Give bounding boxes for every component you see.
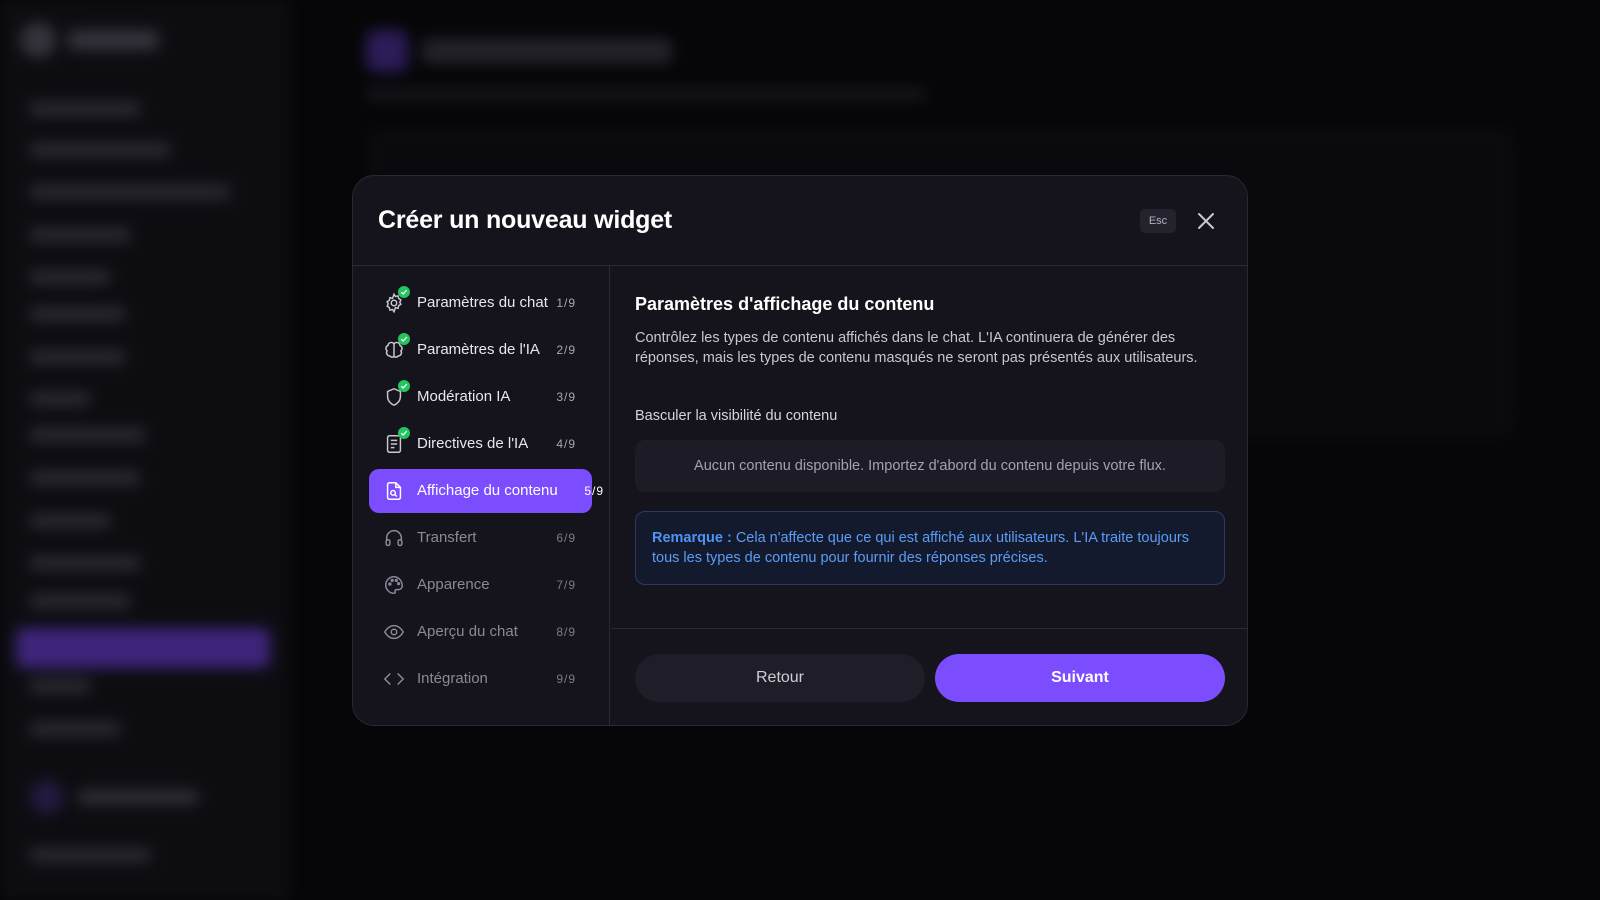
background-header-subtitle — [366, 88, 926, 100]
completed-check-icon — [398, 427, 410, 439]
step-label: Directives de l'IA — [417, 435, 529, 452]
step-label: Intégration — [417, 670, 488, 687]
headphones-icon — [383, 527, 405, 549]
background-header-title — [422, 38, 672, 64]
note-text: Cela n'affecte que ce qui est affiché au… — [652, 530, 1189, 566]
background-user — [30, 780, 198, 814]
code-icon — [383, 668, 405, 690]
modal-title: Créer un nouveau widget — [378, 206, 673, 234]
step-ai-moderation[interactable]: Modération IA 3/9 — [369, 375, 592, 419]
background-sidebar — [0, 0, 290, 900]
background-header-icon — [366, 30, 408, 72]
step-count: 8/9 — [556, 625, 576, 639]
step-integration[interactable]: Intégration 9/9 — [369, 657, 592, 701]
step-chat-preview[interactable]: Aperçu du chat 8/9 — [369, 610, 592, 654]
step-label: Affichage du contenu — [417, 482, 558, 499]
next-button[interactable]: Suivant — [935, 654, 1225, 702]
step-chat-settings[interactable]: Paramètres du chat 1/9 — [369, 281, 592, 325]
step-appearance[interactable]: Apparence 7/9 — [369, 563, 592, 607]
step-label: Transfert — [417, 529, 477, 546]
step-content-display[interactable]: Affichage du contenu 5/9 — [369, 469, 603, 513]
completed-check-icon — [398, 333, 410, 345]
palette-icon — [383, 574, 405, 596]
back-button[interactable]: Retour — [635, 654, 925, 702]
step-label: Paramètres du chat — [417, 294, 548, 311]
note-callout: Remarque : Cela n'affecte que ce qui est… — [635, 511, 1225, 585]
step-label: Modération IA — [417, 388, 511, 405]
note-prefix: Remarque : — [652, 530, 732, 546]
modal-header: Créer un nouveau widget Esc — [353, 176, 1247, 266]
content-title: Paramètres d'affichage du contenu — [635, 294, 935, 314]
background-active-nav — [16, 628, 270, 668]
step-label: Apparence — [417, 576, 490, 593]
step-count: 9/9 — [556, 672, 576, 686]
empty-content-message: Aucun contenu disponible. Importez d'abo… — [635, 440, 1225, 492]
step-content-pane: Paramètres d'affichage du contenu Contrô… — [611, 266, 1247, 725]
step-label: Paramètres de l'IA — [417, 341, 540, 358]
step-count: 4/9 — [556, 437, 576, 451]
step-count: 3/9 — [556, 390, 576, 404]
step-count: 2/9 — [556, 343, 576, 357]
create-widget-modal: Créer un nouveau widget Esc Paramètres d… — [352, 175, 1248, 726]
background-logo — [20, 22, 158, 58]
step-count: 6/9 — [556, 531, 576, 545]
close-icon — [1198, 213, 1214, 229]
step-count: 5/9 — [584, 484, 604, 498]
close-button[interactable] — [1191, 206, 1221, 236]
completed-check-icon — [398, 286, 410, 298]
step-ai-guidelines[interactable]: Directives de l'IA 4/9 — [369, 422, 592, 466]
step-count: 7/9 — [556, 578, 576, 592]
step-ai-settings[interactable]: Paramètres de l'IA 2/9 — [369, 328, 592, 372]
eye-icon — [383, 621, 405, 643]
footer-divider — [611, 628, 1247, 629]
step-transfer[interactable]: Transfert 6/9 — [369, 516, 592, 560]
file-search-icon — [383, 480, 405, 502]
completed-check-icon — [398, 380, 410, 392]
wizard-steps: Paramètres du chat 1/9 Paramètres de l'I… — [353, 266, 610, 725]
visibility-toggle-label: Basculer la visibilité du contenu — [635, 408, 838, 424]
step-count: 1/9 — [556, 296, 576, 310]
esc-shortcut-badge: Esc — [1140, 209, 1176, 233]
step-label: Aperçu du chat — [417, 623, 518, 640]
content-description: Contrôlez les types de contenu affichés … — [635, 330, 1198, 366]
